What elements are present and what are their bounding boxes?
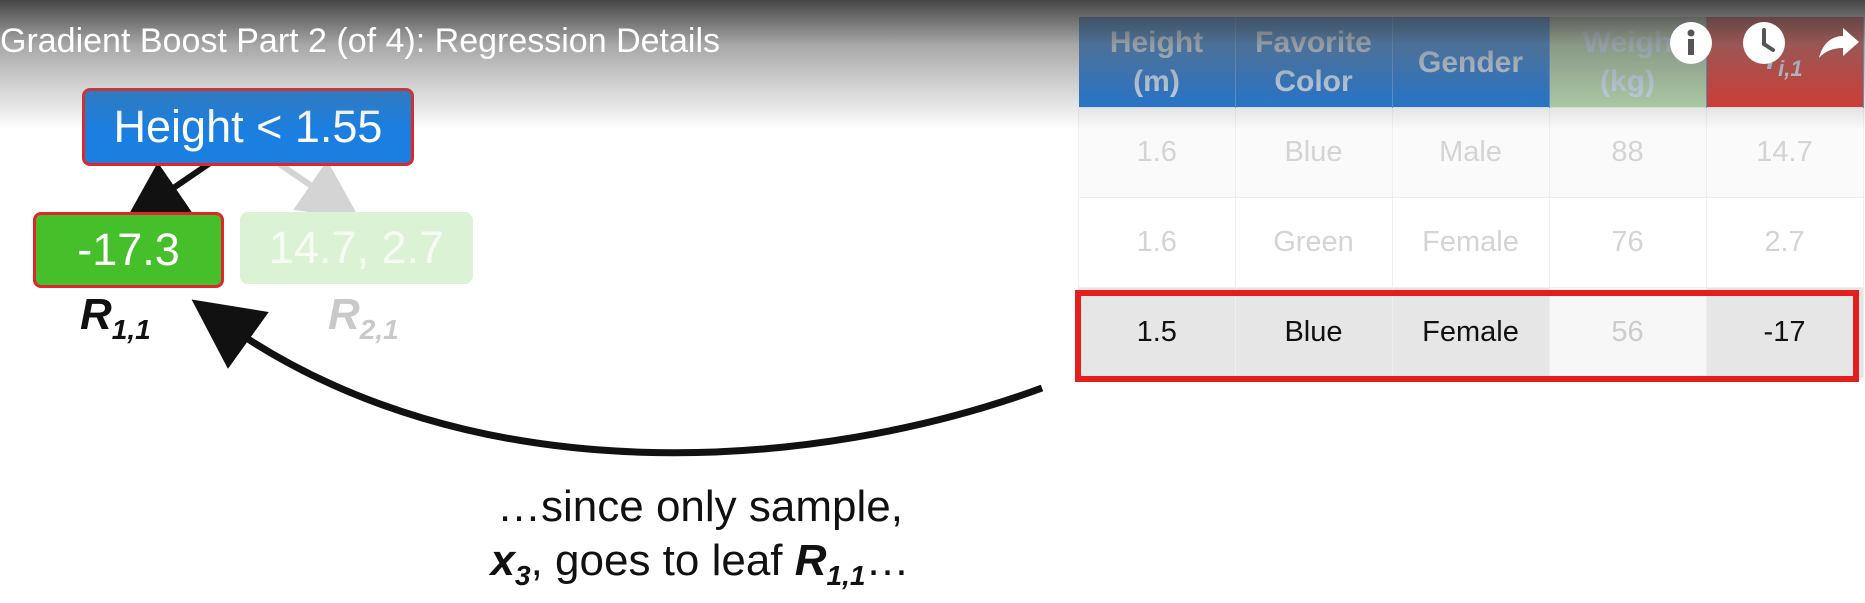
header-height: Height (m) [1078, 17, 1236, 108]
leaf-r21-value: 14.7, 2.7 [240, 212, 473, 284]
root-node-condition: Height < 1.55 [82, 88, 414, 166]
leaf-r21-label: R2,1 [328, 290, 399, 345]
table-row: 1.6 Green Female 76 2.7 [1078, 197, 1864, 288]
leaf-r11-value: -17.3 [33, 212, 224, 288]
cell-color: Green [1234, 197, 1393, 288]
cell-height: 1.6 [1078, 197, 1236, 288]
clock-icon[interactable] [1741, 20, 1787, 66]
highlight-box [1075, 290, 1859, 382]
caption-line-2: x3, goes to leaf R1,1… [490, 536, 910, 591]
caption: …since only sample, x3, goes to leaf R1,… [470, 480, 930, 603]
leaf-r11-label: R1,1 [80, 290, 151, 345]
video-title[interactable]: Gradient Boost Part 2 (of 4): Regression… [0, 22, 720, 61]
cell-gender: Male [1391, 107, 1550, 198]
header-gender: Gender [1392, 17, 1550, 108]
left-branch-arrow [125, 160, 212, 221]
cell-gender: Female [1391, 197, 1550, 288]
cell-residual: 14.7 [1705, 107, 1864, 198]
caption-line-1: …since only sample, [497, 482, 903, 531]
info-icon[interactable] [1668, 20, 1714, 66]
cell-color: Blue [1234, 107, 1393, 198]
header-favorite-color: Favorite Color [1235, 17, 1393, 108]
share-icon[interactable] [1815, 20, 1861, 66]
cell-residual: 2.7 [1705, 197, 1864, 288]
cell-height: 1.6 [1078, 107, 1236, 198]
right-branch-arrow [276, 160, 360, 219]
cell-weight: 76 [1548, 197, 1707, 288]
cell-weight: 88 [1548, 107, 1707, 198]
table-row: 1.6 Blue Male 88 14.7 [1078, 107, 1864, 198]
